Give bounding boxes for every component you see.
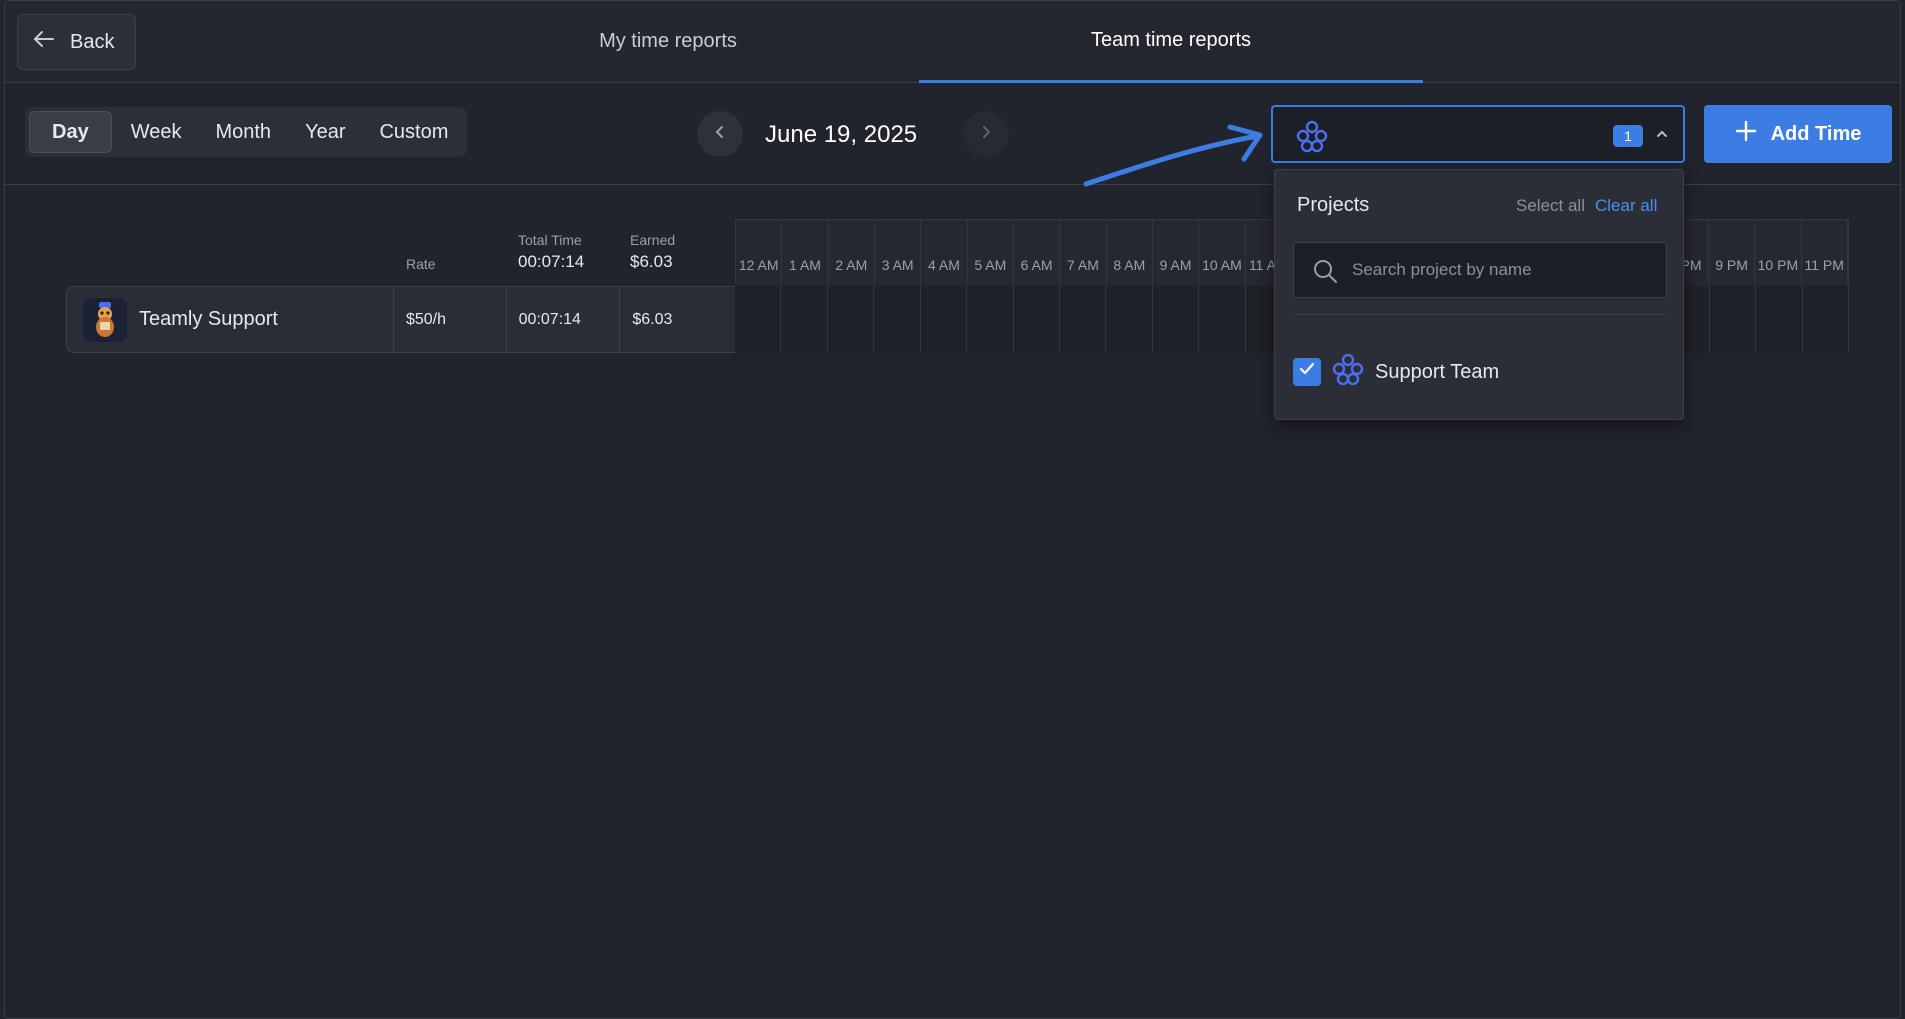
plus-icon xyxy=(1735,120,1757,148)
hour-slot[interactable] xyxy=(1060,286,1107,353)
period-week-button[interactable]: Week xyxy=(116,111,197,153)
app-window: Back My time reports Team time reports D… xyxy=(4,0,1901,1019)
rate-header: Rate xyxy=(406,256,436,272)
back-label: Back xyxy=(70,30,115,53)
hour-label: 7 AM xyxy=(1060,220,1107,285)
chevron-left-icon xyxy=(713,125,727,144)
dropdown-title: Projects xyxy=(1297,194,1370,216)
member-cell: Teamly Support xyxy=(67,287,394,352)
total-time-sum: 00:07:14 xyxy=(518,252,585,271)
top-bar: Back My time reports Team time reports xyxy=(5,1,1900,83)
team-flower-icon xyxy=(1295,119,1329,158)
rate-cell: $50/h xyxy=(394,287,507,352)
total-time-header: Total Time xyxy=(518,232,582,248)
current-date: June 19, 2025 xyxy=(765,121,918,148)
avatar xyxy=(83,297,127,342)
hour-label: 6 AM xyxy=(1014,220,1061,285)
hour-label: 9 PM xyxy=(1709,220,1756,285)
project-option-label: Support Team xyxy=(1375,360,1500,383)
hour-label: 1 AM xyxy=(782,220,829,285)
hour-label: 5 AM xyxy=(968,220,1014,285)
hour-label: 3 AM xyxy=(875,220,922,285)
add-time-label: Add Time xyxy=(1770,122,1862,145)
hour-label: 12 AM xyxy=(736,220,783,285)
hour-slot[interactable] xyxy=(1153,286,1200,353)
member-name: Teamly Support xyxy=(139,308,278,330)
earned-header: Earned xyxy=(630,232,676,248)
hour-slot[interactable] xyxy=(1014,286,1060,353)
period-day-button[interactable]: Day xyxy=(29,111,112,153)
chevron-up-icon[interactable] xyxy=(1655,127,1669,146)
table-row[interactable]: Teamly Support $50/h 00:07:14 $6.03 xyxy=(66,286,736,353)
hour-slot[interactable] xyxy=(874,286,921,353)
hour-slot[interactable] xyxy=(735,286,782,353)
hour-label: 10 AM xyxy=(1199,220,1246,285)
clear-all-link[interactable]: Clear all xyxy=(1595,196,1657,216)
team-flower-icon xyxy=(1331,352,1365,392)
period-custom-button[interactable]: Custom xyxy=(364,111,463,153)
hour-slot[interactable] xyxy=(1710,286,1757,353)
next-date-button[interactable] xyxy=(963,111,1009,157)
period-year-button[interactable]: Year xyxy=(290,111,360,153)
project-search-box xyxy=(1293,242,1667,298)
add-time-button[interactable]: Add Time xyxy=(1704,105,1892,163)
tab-my-time-reports[interactable]: My time reports xyxy=(417,1,919,83)
arrow-left-icon xyxy=(32,27,56,57)
hour-slot[interactable] xyxy=(921,286,968,353)
previous-date-button[interactable] xyxy=(697,111,743,157)
project-search-input[interactable] xyxy=(1352,243,1652,297)
annotation-arrow-icon xyxy=(1080,121,1280,206)
dropdown-divider xyxy=(1293,314,1667,315)
chevron-right-icon xyxy=(979,125,993,144)
hour-label: 2 AM xyxy=(829,220,875,285)
checkbox[interactable] xyxy=(1293,358,1321,386)
project-option-support-team[interactable]: Support Team xyxy=(1293,352,1499,392)
hour-slot[interactable] xyxy=(1756,286,1803,353)
period-month-button[interactable]: Month xyxy=(200,111,286,153)
select-all-link[interactable]: Select all xyxy=(1516,196,1585,216)
hour-label: 10 PM xyxy=(1755,220,1802,285)
total-time-cell: 00:07:14 xyxy=(507,287,621,352)
hour-label: 4 AM xyxy=(921,220,968,285)
project-filter-select[interactable]: 1 xyxy=(1271,105,1685,163)
hour-label: 11 PM xyxy=(1802,220,1848,285)
projects-dropdown: Projects Select all Clear all Support Te… xyxy=(1274,169,1684,420)
back-button[interactable]: Back xyxy=(17,14,136,70)
checkmark-icon xyxy=(1298,360,1316,384)
selected-count-badge: 1 xyxy=(1613,125,1643,147)
earned-cell: $6.03 xyxy=(632,310,673,328)
hour-slot[interactable] xyxy=(1803,286,1850,353)
hour-slot[interactable] xyxy=(1106,286,1153,353)
hour-label: 9 AM xyxy=(1153,220,1200,285)
period-switcher: Day Week Month Year Custom xyxy=(25,107,468,157)
hour-slot[interactable] xyxy=(1199,286,1246,353)
hour-slot[interactable] xyxy=(828,286,875,353)
earned-sum: $6.03 xyxy=(630,252,673,271)
tab-team-time-reports[interactable]: Team time reports xyxy=(919,1,1423,83)
hour-slot[interactable] xyxy=(967,286,1014,353)
hour-slot[interactable] xyxy=(781,286,828,353)
hour-label: 8 AM xyxy=(1107,220,1153,285)
